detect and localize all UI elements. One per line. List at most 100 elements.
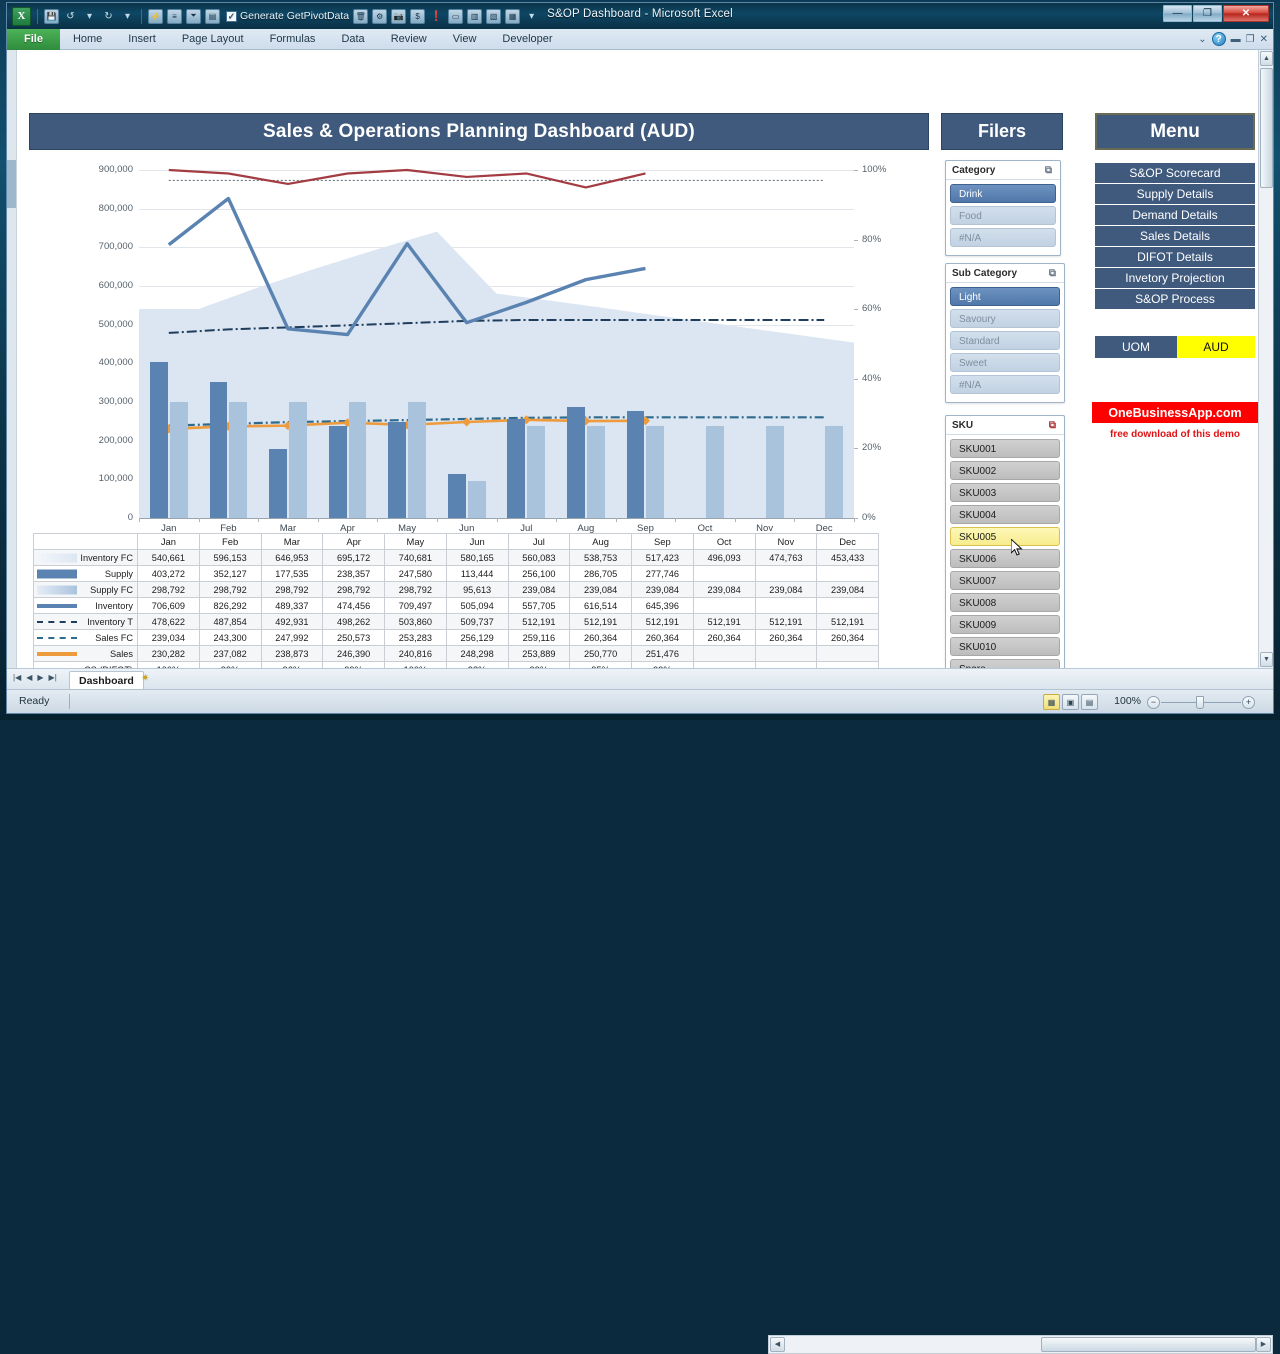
menu-item-s-op-scorecard[interactable]: S&OP Scorecard <box>1095 163 1255 184</box>
close-button[interactable]: ✕ <box>1223 5 1269 22</box>
slicer-item-sku008[interactable]: SKU008 <box>950 593 1060 612</box>
ribbon-tab-data[interactable]: Data <box>328 29 377 50</box>
uom-toggle[interactable]: UOM AUD <box>1095 336 1255 358</box>
slicer-item-sku009[interactable]: SKU009 <box>950 615 1060 634</box>
sheet-tab-dashboard[interactable]: Dashboard <box>69 671 144 690</box>
zoom-handle[interactable] <box>1196 696 1204 709</box>
horizontal-scrollbar[interactable]: ◀ ▶ <box>768 1335 1273 1354</box>
table-cell: 616,514 <box>569 597 632 614</box>
ribbon-tab-insert[interactable]: Insert <box>115 29 169 50</box>
table-cell: 277,746 <box>631 565 694 582</box>
table-cell: 580,165 <box>445 549 509 566</box>
table-col-header: Dec <box>816 533 879 550</box>
clear-filter-icon[interactable]: ⧉ <box>1042 164 1055 177</box>
scroll-down-button[interactable]: ▼ <box>1260 652 1273 667</box>
menu-item-supply-details[interactable]: Supply Details <box>1095 184 1255 205</box>
slicer-item-drink[interactable]: Drink <box>950 184 1056 203</box>
slicer-item-light[interactable]: Light <box>950 287 1060 306</box>
slicer-item-sku003[interactable]: SKU003 <box>950 483 1060 502</box>
minimize-ribbon-icon[interactable]: ▬ <box>1231 34 1241 45</box>
clear-filter-icon[interactable]: ⧉ <box>1046 267 1059 280</box>
status-mode: Ready <box>19 695 50 707</box>
table-cell: 260,364 <box>692 629 756 646</box>
slicer-item-savoury[interactable]: Savoury <box>950 309 1060 328</box>
slicer-sku[interactable]: SKU ⧉ SKU001 SKU002 SKU003 SKU004 SKU005 SKU006… <box>945 415 1065 668</box>
ribbon-tab-formulas[interactable]: Formulas <box>257 29 329 50</box>
table-cell: 492,931 <box>260 613 324 630</box>
ribbon-tab-home[interactable]: Home <box>60 29 115 50</box>
ribbon-tab-developer[interactable]: Developer <box>489 29 565 50</box>
table-row-label-text: Supply <box>104 568 133 579</box>
table-cell: 237,082 <box>198 645 262 662</box>
table-cell: 512,191 <box>507 613 571 630</box>
page-break-view-icon[interactable]: ▤ <box>1081 694 1098 710</box>
table-cell: 512,191 <box>569 613 632 630</box>
slicer-sub-category[interactable]: Sub Category ⧉ Light Savoury Standard Sweet #N… <box>945 263 1065 403</box>
page-layout-view-icon[interactable]: ▣ <box>1062 694 1079 710</box>
minimize-button[interactable]: — <box>1163 5 1192 22</box>
ribbon-tab-page-layout[interactable]: Page Layout <box>169 29 257 50</box>
maximize-button[interactable]: ❐ <box>1193 5 1222 22</box>
chart-bar-supply <box>626 410 645 518</box>
close-workbook-icon[interactable]: ✕ <box>1260 34 1268 45</box>
normal-view-icon[interactable]: ▦ <box>1043 694 1060 710</box>
ribbon-tab-view[interactable]: View <box>440 29 490 50</box>
worksheet-canvas[interactable]: Sales & Operations Planning Dashboard (A… <box>7 50 1273 668</box>
slicer-category[interactable]: Category ⧉ Drink Food #N/A <box>945 160 1061 256</box>
sop-chart[interactable]: 0 100,000 200,000 300,000 400,000 500,000 600,… <box>29 158 929 534</box>
slicer-item-sku006[interactable]: SKU006 <box>950 549 1060 568</box>
title-bar: X 💾 ↺ ▾ ↻ ▾ ⚡ ≡ ⏷ ▤ ✓ Generate GetPivotD… <box>7 3 1273 29</box>
scroll-up-button[interactable]: ▲ <box>1260 51 1273 66</box>
clear-filter-icon[interactable]: ⧉ <box>1046 419 1059 432</box>
slicer-item-sku007[interactable]: SKU007 <box>950 571 1060 590</box>
last-sheet-icon[interactable]: ▶| <box>49 673 57 682</box>
slicer-item-sku010[interactable]: SKU010 <box>950 637 1060 656</box>
slicer-item-sku004[interactable]: SKU004 <box>950 505 1060 524</box>
slicer-item-sku005[interactable]: SKU005 <box>950 527 1060 546</box>
table-col-header: Oct <box>692 533 756 550</box>
zoom-level[interactable]: 100% <box>1114 695 1141 707</box>
slicer-item--n-a[interactable]: #N/A <box>950 375 1060 394</box>
slicer-item-standard[interactable]: Standard <box>950 331 1060 350</box>
chart-bar-supply <box>328 425 347 518</box>
first-sheet-icon[interactable]: |◀ <box>13 673 21 682</box>
zoom-out-button[interactable]: − <box>1147 696 1160 709</box>
new-sheet-icon[interactable]: ✷ <box>141 673 149 684</box>
ribbon-tab-review[interactable]: Review <box>378 29 440 50</box>
next-sheet-icon[interactable]: ▶ <box>37 673 43 682</box>
help-icon[interactable]: ? <box>1211 32 1226 46</box>
scroll-left-button[interactable]: ◀ <box>770 1337 785 1352</box>
table-cell: 256,100 <box>507 565 571 582</box>
vertical-scroll-thumb[interactable] <box>1260 68 1273 188</box>
slicer-item-food[interactable]: Food <box>950 206 1056 225</box>
menu-item-difot-details[interactable]: DIFOT Details <box>1095 247 1255 268</box>
menu-item-invetory-projection[interactable]: Invetory Projection <box>1095 268 1255 289</box>
uom-value[interactable]: AUD <box>1177 336 1255 358</box>
prev-sheet-icon[interactable]: ◀ <box>26 673 32 682</box>
table-cell: 645,396 <box>631 597 694 614</box>
scroll-right-button[interactable]: ▶ <box>1256 1337 1271 1352</box>
slicer-item--n-a[interactable]: #N/A <box>950 228 1056 247</box>
slicer-item-sku002[interactable]: SKU002 <box>950 461 1060 480</box>
zoom-slider[interactable]: − + <box>1147 694 1255 710</box>
slicer-item-sku001[interactable]: SKU001 <box>950 439 1060 458</box>
brand-link[interactable]: OneBusinessApp.com <box>1092 402 1258 423</box>
zoom-in-button[interactable]: + <box>1242 696 1255 709</box>
table-row-label: Inventory FC <box>33 549 138 566</box>
table-cell: 557,705 <box>507 597 571 614</box>
menu-item-s-op-process[interactable]: S&OP Process <box>1095 289 1255 310</box>
slicer-item-sweet[interactable]: Sweet <box>950 353 1060 372</box>
menu-item-sales-details[interactable]: Sales Details <box>1095 226 1255 247</box>
row-header-strip <box>7 50 17 668</box>
restore-window-icon[interactable]: ❐ <box>1246 34 1255 45</box>
chart-bar-supply-fc <box>288 402 307 518</box>
ribbon-tab-file[interactable]: File <box>7 29 60 50</box>
horizontal-scroll-thumb[interactable] <box>1041 1337 1256 1352</box>
vertical-scrollbar[interactable]: ▲ ▼ <box>1258 50 1273 668</box>
chart-bar-supply-fc <box>765 425 784 518</box>
menu-item-demand-details[interactable]: Demand Details <box>1095 205 1255 226</box>
table-cell: 260,364 <box>569 629 632 646</box>
status-bar: Ready ▦ ▣ ▤ 100% − + <box>7 689 1273 713</box>
ribbon-collapse-icon[interactable]: ⌄ <box>1198 34 1206 45</box>
slicer-item-spare[interactable]: Spare <box>950 659 1060 668</box>
